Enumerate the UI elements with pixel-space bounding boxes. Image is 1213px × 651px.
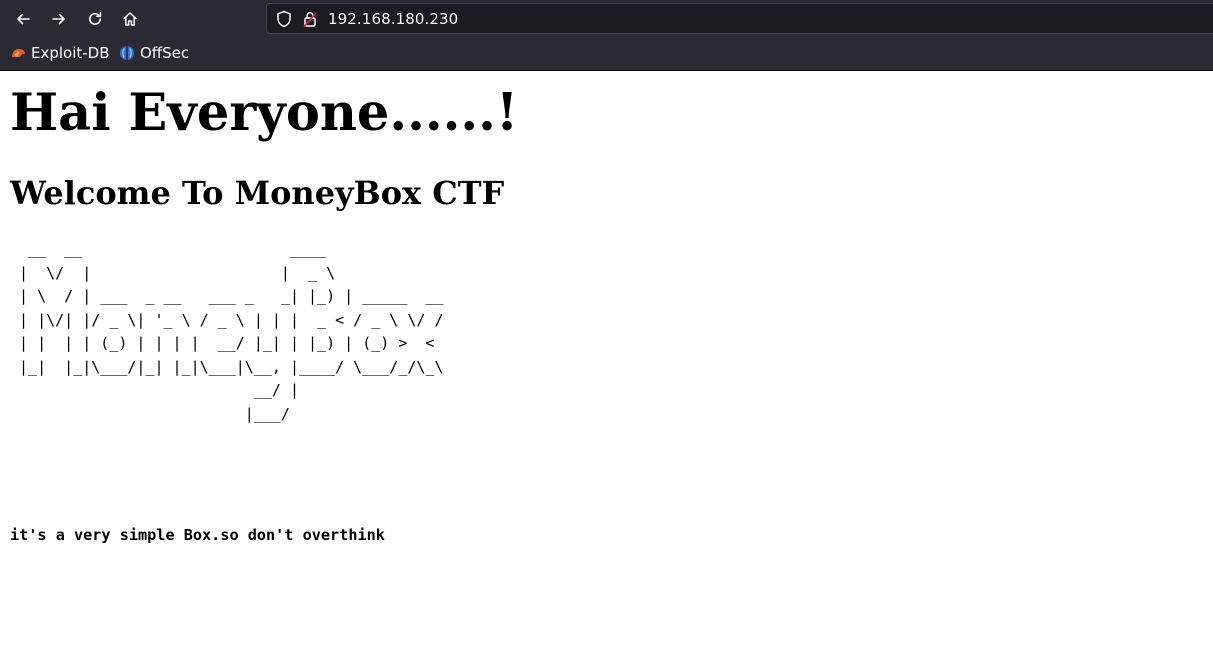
bookmark-label: Exploit-DB — [31, 44, 110, 62]
insecure-lock-icon[interactable] — [302, 10, 318, 28]
page-heading: Hai Everyone......! — [10, 83, 519, 143]
browser-toolbar: 192.168.180.230 Exploit-DB OffSec — [0, 0, 1213, 71]
back-button[interactable] — [10, 6, 36, 32]
back-arrow-icon — [17, 13, 30, 25]
offsec-icon — [120, 46, 134, 60]
bookmark-offsec[interactable]: OffSec — [119, 44, 189, 62]
home-icon — [123, 12, 137, 26]
forward-button[interactable] — [46, 6, 72, 32]
bookmark-label: OffSec — [140, 44, 190, 62]
bookmark-exploit-db[interactable]: Exploit-DB — [11, 44, 110, 62]
tracking-protection-shield-icon[interactable] — [276, 10, 292, 28]
ascii-art-banner: __ __ ____ | \/ | | _ \ | \ / | ___ _ __… — [19, 240, 444, 423]
exploit-db-icon — [12, 49, 25, 57]
page-content: Hai Everyone......! Welcome To MoneyBox … — [0, 71, 1213, 651]
address-bar[interactable]: 192.168.180.230 — [266, 3, 1213, 34]
home-button[interactable] — [117, 6, 143, 32]
url-text[interactable]: 192.168.180.230 — [328, 10, 458, 28]
reload-icon — [89, 12, 102, 25]
bookmarks-toolbar: Exploit-DB OffSec — [0, 40, 1213, 68]
hint-text: it's a very simple Box.so don't overthin… — [10, 526, 385, 544]
reload-button[interactable] — [82, 6, 108, 32]
forward-arrow-icon — [52, 13, 65, 25]
page-subheading: Welcome To MoneyBox CTF — [10, 174, 505, 212]
